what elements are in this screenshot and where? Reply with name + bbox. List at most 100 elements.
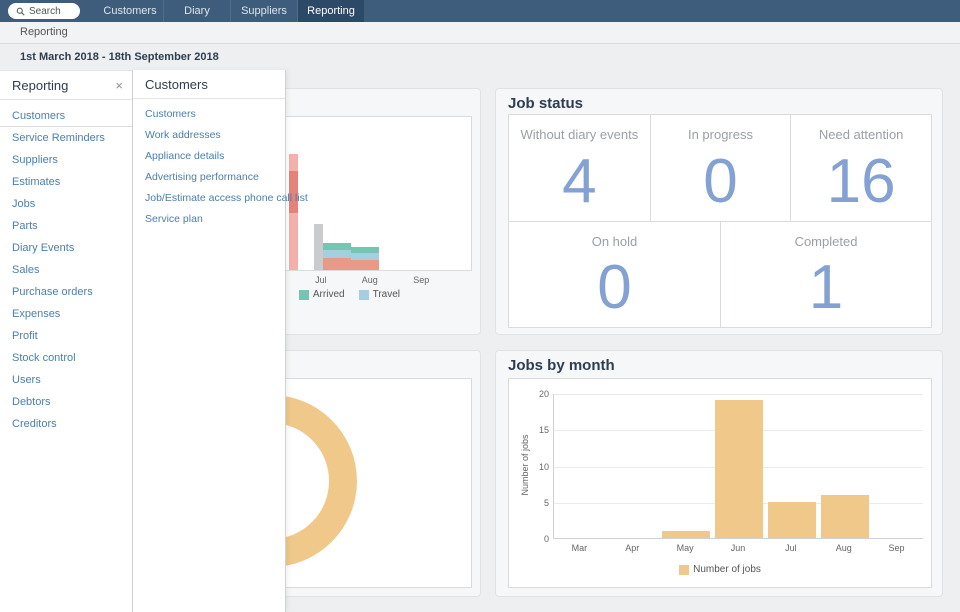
- bar-segment: [351, 253, 379, 261]
- flyout-item-appliance-details[interactable]: Appliance details: [133, 146, 285, 167]
- legend-label: Arrived: [312, 289, 345, 300]
- flyout-item-service-plan[interactable]: Service plan: [133, 209, 285, 230]
- legend-item: Number of jobs: [679, 564, 761, 575]
- sidebar-item-diary-events[interactable]: Diary Events: [0, 237, 132, 259]
- sidebar-item-sales[interactable]: Sales: [0, 259, 132, 281]
- x-tick-label: May: [676, 543, 694, 553]
- sidebar-item-stock-control[interactable]: Stock control: [0, 347, 132, 369]
- bar-segment: [767, 501, 816, 538]
- y-tick-label: 15: [538, 425, 549, 436]
- month-bar: [662, 530, 711, 538]
- status-cell-completed: Completed 1: [720, 221, 931, 327]
- legend-swatch: [358, 289, 369, 300]
- job-status-card: Job status Without diary events 4 In progr…: [495, 88, 943, 335]
- legend-label: Travel: [372, 289, 400, 300]
- gridline: [554, 394, 923, 395]
- x-tick-label: Jul: [315, 275, 327, 285]
- flyout-header: Customers: [133, 70, 285, 99]
- status-value: 4: [562, 146, 597, 216]
- sidebar-item-customers[interactable]: Customers: [0, 105, 132, 127]
- status-label: In progress: [687, 127, 753, 142]
- bar-segment: [662, 530, 711, 538]
- jobs-plot-area: [553, 394, 923, 539]
- bar-segment: [351, 260, 379, 270]
- status-value: 1: [808, 253, 844, 322]
- status-label: Need attention: [818, 127, 904, 142]
- x-tick-label: Jun: [730, 543, 746, 553]
- date-range-heading: 1st March 2018 - 18th September 2018: [20, 51, 219, 63]
- sidebar-item-estimates[interactable]: Estimates: [0, 171, 132, 193]
- search-icon: [16, 7, 25, 16]
- bar-segment: [323, 243, 352, 251]
- sidebar-item-purchase-orders[interactable]: Purchase orders: [0, 281, 132, 303]
- status-value: 0: [597, 253, 632, 322]
- status-cell-on-hold: On hold 0: [509, 221, 720, 327]
- breadcrumb-bar: Reporting: [0, 22, 960, 44]
- status-cell-without-diary-events: Without diary events 4: [509, 115, 650, 221]
- tab-diary[interactable]: Diary: [164, 0, 231, 22]
- sidebar-item-suppliers[interactable]: Suppliers: [0, 149, 132, 171]
- y-tick-label: 0: [543, 534, 549, 544]
- bar-segment: [314, 224, 324, 270]
- sidebar-item-service-reminders[interactable]: Service Reminders: [0, 127, 132, 149]
- tab-suppliers[interactable]: Suppliers: [231, 0, 298, 22]
- search-input[interactable]: Search: [8, 3, 80, 19]
- legend-swatch: [679, 564, 690, 575]
- bar-segment: [323, 258, 352, 270]
- top-nav: Search Customers Diary Suppliers Reporting: [0, 0, 960, 22]
- sidebar-item-profit[interactable]: Profit: [0, 325, 132, 347]
- y-tick-label: 20: [538, 389, 549, 399]
- x-tick-label: Apr: [625, 543, 640, 553]
- stacked-bar: [289, 153, 299, 270]
- nav-tabs: Customers Diary Suppliers Reporting: [97, 0, 365, 22]
- jobs-chart-legend: Number of jobs: [509, 564, 931, 575]
- month-bar: [715, 400, 763, 538]
- status-cell-in-progress: In progress 0: [649, 115, 791, 221]
- search-label: Search: [29, 5, 61, 17]
- x-tick-label: Mar: [571, 543, 588, 553]
- stacked-bar: [314, 224, 324, 270]
- sidebar-header: Reporting ×: [0, 71, 132, 100]
- y-tick-label: 5: [543, 497, 549, 508]
- job-status-grid: Without diary events 4 In progress 0 Need at…: [508, 114, 932, 328]
- job-status-title: Job status: [508, 95, 584, 112]
- bar-segment: [289, 153, 299, 172]
- sidebar-item-parts[interactable]: Parts: [0, 215, 132, 237]
- sidebar-item-debtors[interactable]: Debtors: [0, 391, 132, 413]
- flyout-item-advertising-performance[interactable]: Advertising performance: [133, 167, 285, 188]
- month-bar: [767, 501, 816, 538]
- bar-segment: [715, 400, 763, 538]
- reporting-sidebar: Reporting × Customers Service Reminders Su…: [0, 70, 133, 612]
- flyout-item-job-estimate-access-phone-call-list[interactable]: Job/Estimate access phone call list: [133, 188, 308, 209]
- close-icon[interactable]: ×: [115, 71, 123, 100]
- flyout-item-work-addresses[interactable]: Work addresses: [133, 125, 285, 146]
- jobs-by-month-chart: Number of jobs Number of jobs 0 5 10 15 20 Ma…: [508, 378, 932, 588]
- sidebar-item-expenses[interactable]: Expenses: [0, 303, 132, 325]
- legend-item: Travel: [358, 289, 400, 300]
- sidebar-item-jobs[interactable]: Jobs: [0, 193, 132, 215]
- bar-segment: [820, 494, 869, 538]
- tab-reporting[interactable]: Reporting: [298, 0, 365, 22]
- y-tick-label: 10: [538, 461, 549, 472]
- sidebar-menu: Customers Service Reminders Suppliers Estim…: [0, 100, 132, 435]
- flyout-item-customers[interactable]: Customers: [133, 104, 285, 125]
- breadcrumb: Reporting: [20, 26, 68, 38]
- x-tick-label: Sep: [413, 275, 430, 285]
- status-value: 0: [703, 146, 738, 216]
- customers-flyout: Customers Customers Work addresses Applian…: [133, 70, 308, 612]
- sidebar-title: Reporting: [12, 78, 69, 93]
- tab-customers[interactable]: Customers: [97, 0, 164, 22]
- flyout-title: Customers: [145, 77, 208, 92]
- bar-segment: [323, 250, 352, 259]
- legend-swatch: [298, 289, 309, 300]
- bar-segment: [289, 212, 299, 270]
- sidebar-item-creditors[interactable]: Creditors: [0, 413, 132, 435]
- jobs-by-month-title: Jobs by month: [508, 357, 615, 374]
- legend-item: Arrived: [298, 289, 345, 300]
- x-tick-label: Aug: [835, 543, 852, 553]
- flyout-menu: Customers Work addresses Appliance details…: [133, 99, 308, 230]
- sidebar-item-users[interactable]: Users: [0, 369, 132, 391]
- status-cell-need-attention: Need attention 16: [790, 115, 931, 221]
- jobs-by-month-card: Jobs by month Number of jobs Number of j…: [495, 350, 943, 597]
- status-label: On hold: [591, 234, 638, 249]
